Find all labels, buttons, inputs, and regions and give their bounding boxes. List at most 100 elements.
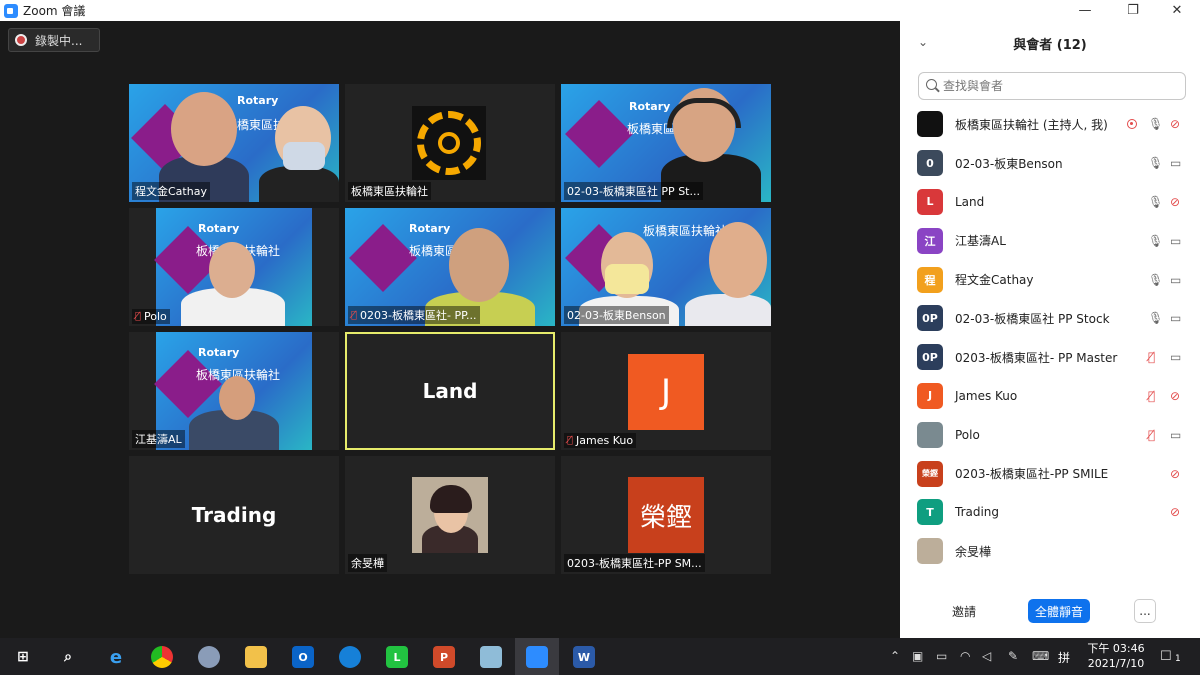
mic-icon[interactable]: 🎙 — [1148, 273, 1163, 287]
participant-name: Land — [955, 194, 985, 209]
mic-muted-icon[interactable]: 🎙̸ — [1148, 389, 1155, 403]
mic-icon[interactable]: 🎙 — [1148, 117, 1163, 131]
video-off-icon[interactable]: ⊘ — [1170, 505, 1180, 519]
mic-muted-icon[interactable]: 🎙̸ — [1148, 350, 1155, 364]
word-icon[interactable]: W — [573, 646, 595, 668]
meeting-gallery: 錄製中... Rotary 板橋東區扶輪社 程文金Cathay 板橋東區扶輪社 … — [0, 21, 900, 638]
tile-name: 🎙̸ 0203-板橋東區社- PP... — [348, 306, 480, 324]
video-icon[interactable]: ▭ — [1170, 273, 1181, 287]
edge-icon[interactable] — [339, 646, 361, 668]
tile-name: 板橋東區扶輪社 — [348, 182, 431, 200]
close-button[interactable]: ✕ — [1157, 0, 1197, 21]
mic-icon[interactable]: 🎙 — [1148, 234, 1163, 248]
chrome-icon[interactable] — [151, 646, 173, 668]
video-tile[interactable]: Rotary 板橋東區扶輪社 江基濤AL — [129, 332, 339, 450]
minimize-button[interactable]: — — [1065, 0, 1105, 21]
video-tile[interactable]: Trading — [129, 456, 339, 574]
search-icon[interactable]: ⌕ — [57, 646, 79, 668]
participant-row[interactable]: T Trading ⊘ — [900, 493, 1200, 532]
participant-avatar — [917, 421, 943, 448]
video-off-icon[interactable]: ⊘ — [1170, 467, 1180, 481]
keyboard-icon[interactable]: ⌨ — [1032, 649, 1049, 663]
video-off-icon[interactable]: ⊘ — [1170, 389, 1180, 403]
internet-explorer-icon[interactable]: e — [105, 646, 127, 668]
app-icon[interactable] — [198, 646, 220, 668]
backdrop-org: Rotary — [629, 100, 671, 113]
restore-button[interactable]: ❐ — [1113, 0, 1153, 21]
participants-panel: ⌄ 與會者 (12) 板橋東區扶輪社 (主持人, 我)🎙⊘002-03-板東Be… — [900, 21, 1200, 638]
video-icon[interactable]: ▭ — [1170, 350, 1181, 364]
participant-row[interactable]: 余旻樺 — [900, 532, 1200, 571]
recording-indicator[interactable]: 錄製中... — [8, 28, 100, 52]
video-off-icon[interactable]: ⊘ — [1170, 117, 1180, 131]
wifi-icon[interactable]: ◠ — [960, 649, 970, 663]
participant-avatar: 0 — [917, 150, 943, 177]
mic-icon[interactable]: 🎙 — [1148, 311, 1163, 325]
tile-name: 🎙̸ Polo — [132, 309, 170, 324]
notification-icon[interactable]: ☐ — [1160, 649, 1172, 664]
participant-avatar: J — [917, 382, 943, 409]
tile-avatar: 榮鏗 — [628, 477, 704, 553]
backdrop-org: Rotary — [198, 346, 240, 359]
volume-icon[interactable]: ◁ — [982, 649, 991, 663]
video-icon[interactable]: ▭ — [1170, 311, 1181, 325]
mic-icon[interactable]: 🎙 — [1148, 195, 1163, 209]
video-icon[interactable]: ▭ — [1170, 234, 1181, 248]
participant-row[interactable]: 榮鏗 0203-板橋東區社-PP SMILE ⊘ — [900, 454, 1200, 493]
invite-button[interactable]: 邀請 — [945, 599, 983, 623]
tray-expand-icon[interactable]: ⌃ — [890, 649, 900, 663]
pen-icon[interactable]: ✎ — [1008, 649, 1018, 663]
rotary-logo-icon — [412, 106, 486, 180]
recording-label: 錄製中... — [35, 33, 83, 48]
video-tile[interactable]: Rotary 板橋東區扶輪社 程文金Cathay — [129, 84, 339, 202]
windows-start-icon[interactable]: ⊞ — [12, 646, 34, 668]
mic-muted-icon: 🎙̸ — [135, 311, 142, 322]
video-tile[interactable]: J 🎙̸ James Kuo — [561, 332, 771, 450]
participant-row[interactable]: J James Kuo 🎙̸ ⊘ — [900, 377, 1200, 416]
video-tile-active-speaker[interactable]: Land — [345, 332, 555, 450]
video-tile[interactable]: 榮鏗 0203-板橋東區社-PP SM... — [561, 456, 771, 574]
video-tile[interactable]: Rotary 板橋東區扶輪社 02-03-板橋東區社 PP St... — [561, 84, 771, 202]
app-icon-2[interactable] — [480, 646, 502, 668]
video-icon[interactable]: ▭ — [1170, 428, 1181, 442]
mute-all-button[interactable]: 全體靜音 — [1028, 599, 1090, 623]
video-tile[interactable]: Rotary 板橋東區扶輪社 🎙̸0203-板橋東區社- PP... — [345, 208, 555, 326]
video-tile[interactable]: 板橋東區扶輪社 — [345, 84, 555, 202]
powerpoint-icon[interactable]: P — [433, 646, 455, 668]
participant-row[interactable]: L Land 🎙 ⊘ — [900, 183, 1200, 222]
more-button[interactable]: ... — [1134, 599, 1156, 623]
mic-icon[interactable]: 🎙 — [1148, 156, 1163, 170]
line-icon[interactable]: L — [386, 646, 408, 668]
participant-avatar — [917, 111, 943, 138]
video-off-icon[interactable]: ⊘ — [1170, 195, 1180, 209]
participant-row[interactable]: Polo 🎙̸ ▭ — [900, 415, 1200, 454]
participant-row[interactable]: 0P 02-03-板橋東區社 PP Stock 🎙 ▭ — [900, 299, 1200, 338]
mic-muted-icon[interactable]: 🎙̸ — [1148, 428, 1155, 442]
participant-avatar: 程 — [917, 266, 943, 293]
video-tile[interactable]: 余旻樺 — [345, 456, 555, 574]
participant-search-input[interactable] — [918, 72, 1186, 100]
ime-indicator[interactable]: 拼 — [1058, 649, 1070, 666]
participant-name: James Kuo — [955, 388, 1018, 403]
participant-row[interactable]: 板橋東區扶輪社 (主持人, 我) 🎙 ⊘ — [900, 105, 1200, 144]
participant-row[interactable]: 江江基濤AL 🎙 ▭ — [900, 221, 1200, 260]
taskbar-clock[interactable]: 下午 03:46 2021/7/10 — [1086, 641, 1146, 671]
zoom-icon[interactable] — [526, 646, 548, 668]
notification-count: 1 — [1175, 654, 1181, 664]
tray-app-icon[interactable]: ▣ — [912, 649, 923, 663]
clock-date: 2021/7/10 — [1087, 657, 1145, 670]
participant-name: 0203-板橋東區社- PP Master — [955, 350, 1118, 365]
tile-name-text: James Kuo — [576, 434, 634, 447]
video-tile[interactable]: Rotary 板橋東區扶輪社 🎙̸Polo — [129, 208, 339, 326]
participant-row[interactable]: 程程文金Cathay 🎙 ▭ — [900, 260, 1200, 299]
video-tile[interactable]: 板橋東區扶輪社 02-03-板東Benson — [561, 208, 771, 326]
file-explorer-icon[interactable] — [245, 646, 267, 668]
video-icon[interactable]: ▭ — [1170, 156, 1181, 170]
participants-footer: 邀請 全體靜音 ... — [900, 599, 1200, 625]
battery-icon[interactable]: ▭ — [936, 649, 947, 663]
outlook-icon[interactable]: O — [292, 646, 314, 668]
participant-row[interactable]: 0P 0203-板橋東區社- PP Master 🎙̸ ▭ — [900, 338, 1200, 377]
participant-avatar: T — [917, 499, 943, 526]
tile-name: 🎙̸ James Kuo — [564, 433, 637, 448]
participant-row[interactable]: 0 02-03-板東Benson 🎙 ▭ — [900, 144, 1200, 183]
